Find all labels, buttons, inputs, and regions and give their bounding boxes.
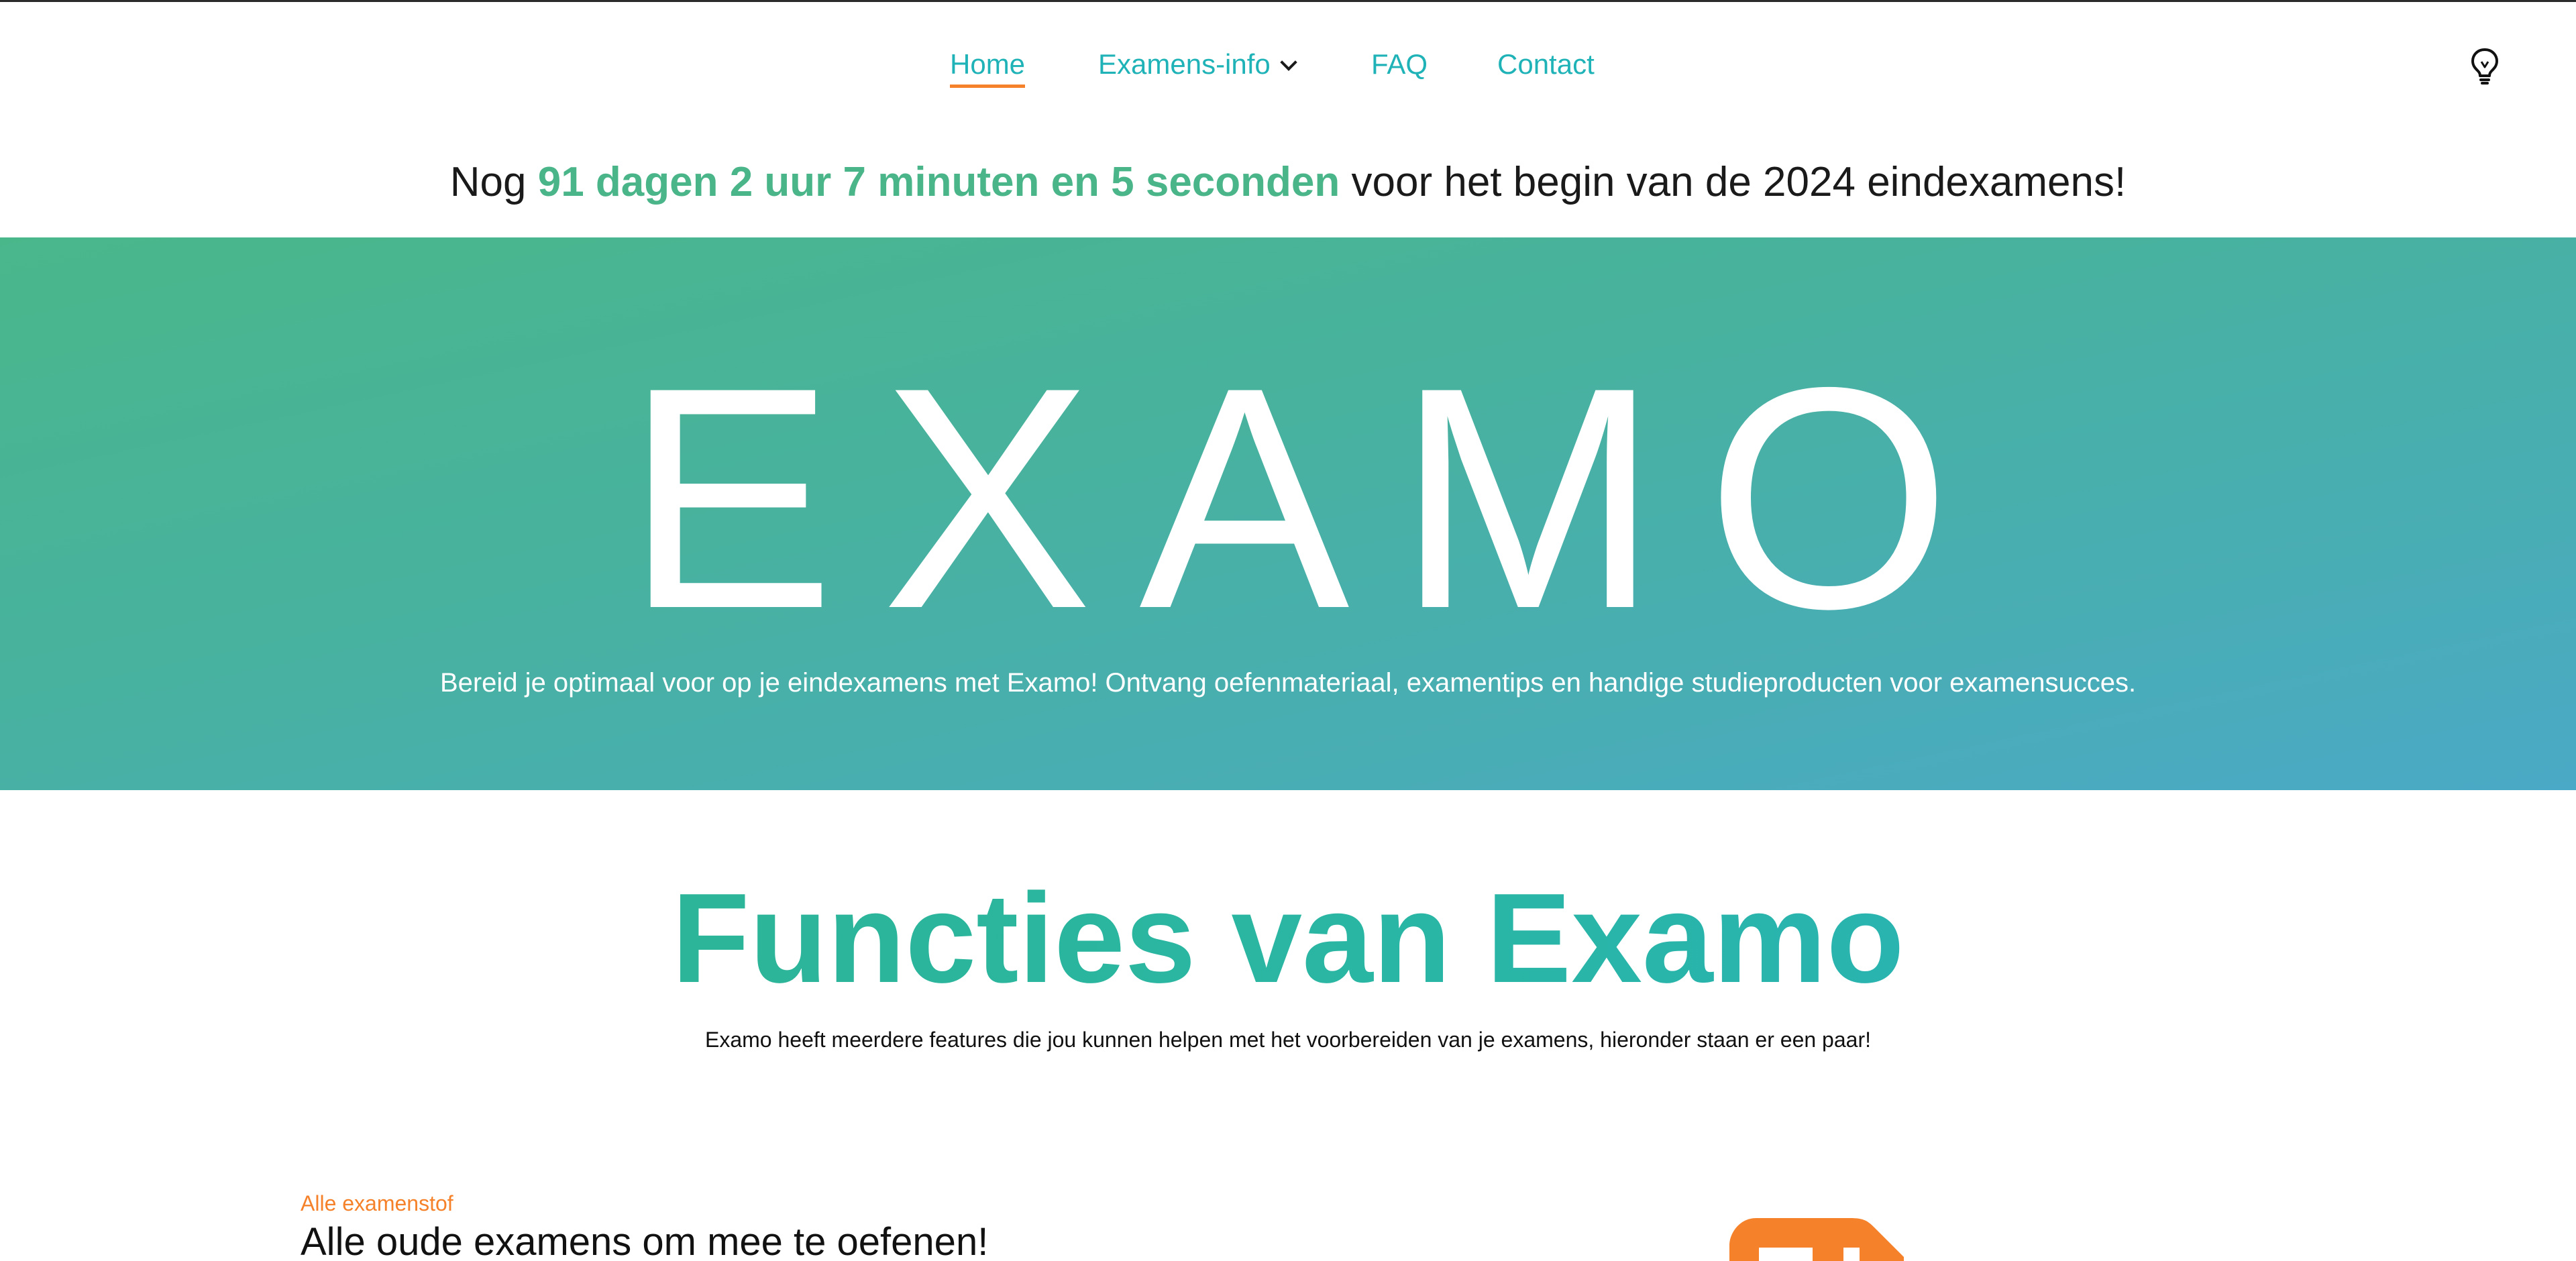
exam-countdown: Nog 91 dagen 2 uur 7 minuten en 5 second… [0,158,2576,206]
lightbulb-icon-graphic [2471,48,2498,85]
top-navigation: Home Examens-info FAQ Contact [0,0,2576,134]
nav-faq-link[interactable]: FAQ [1371,48,1428,80]
features-title: Functies van Examo [0,871,2576,1006]
nav-examens-info-dropdown[interactable]: Examens-info [1098,48,1297,80]
features-subtitle: Examo heeft meerdere features die jou ku… [705,1028,1871,1052]
document-icon-graphic [1729,1218,1904,1261]
countdown-suffix: voor het begin van de 2024 eindexamens! [1351,159,2127,205]
nav-home-link[interactable]: Home [950,48,1026,88]
hero-title: EXAMO [625,322,1998,674]
nav-contact-link[interactable]: Contact [1497,48,1595,80]
hero-subtitle: Bereid je optimaal voor op je eindexamen… [439,668,2137,698]
document-icon [1729,1218,1904,1261]
nav-examens-info-label: Examens-info [1098,48,1271,80]
hero-banner: EXAMO Bereid je optimaal voor op je eind… [0,237,2576,790]
lightbulb-icon[interactable] [2467,47,2502,85]
countdown-time: 91 dagen 2 uur 7 minuten en 5 seconden [537,159,1340,205]
countdown-prefix: Nog [449,159,527,205]
chevron-down-icon [1280,54,1297,71]
feature-eyebrow: Alle examenstof [301,1191,453,1215]
feature-heading: Alle oude examens om mee te oefenen! [301,1220,989,1261]
page: Home Examens-info FAQ Contact Nog 91 dag… [0,0,2576,1261]
